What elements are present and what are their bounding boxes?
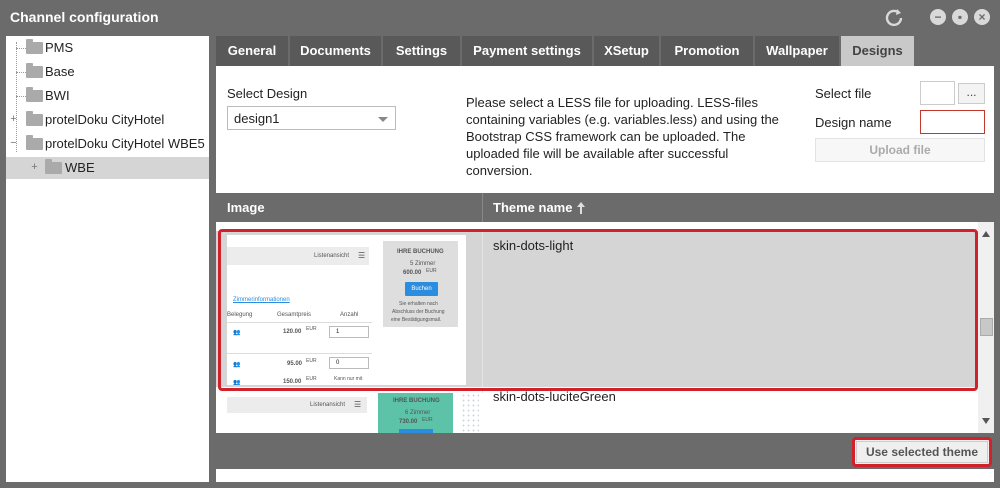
column-theme-name[interactable]: Theme name (493, 193, 572, 222)
preview-booking-title: IHRE BUCHUNG (393, 398, 440, 404)
themes-grid: Image Theme name Listenansicht ☰ IHRE BU… (216, 193, 994, 433)
tree-item-base[interactable]: Base (6, 61, 209, 83)
folder-icon (45, 159, 62, 174)
tree-item-label: PMS (45, 40, 74, 55)
upload-info-text: Please select a LESS file for uploading.… (466, 95, 779, 178)
design-name-input[interactable] (920, 110, 985, 134)
select-design-dropdown[interactable]: design1 (227, 106, 396, 130)
expand-plus-icon[interactable]: + (9, 114, 18, 125)
sort-ascending-icon[interactable] (576, 201, 586, 215)
tree-item-wbe[interactable]: + WBE (6, 157, 209, 179)
theme-preview-image: Listenansicht ☰ IHRE BUCHUNG 6 Zimmer 73… (227, 393, 483, 433)
grid-header: Image Theme name (216, 193, 994, 222)
window-title: Channel configuration (10, 9, 159, 25)
upload-file-button[interactable]: Upload file (815, 138, 985, 162)
grid-scrollbar[interactable] (978, 222, 994, 433)
scroll-up-icon[interactable] (982, 231, 990, 237)
preview-rooms: 6 Zimmer (405, 410, 431, 416)
preview-toolbar (227, 397, 367, 413)
designs-form: Select Design design1 Please select a LE… (216, 66, 994, 214)
tree-item-bwi[interactable]: BWI (6, 85, 209, 107)
tab-documents[interactable]: Documents (290, 36, 382, 66)
preview-list-icon: ☰ (354, 400, 362, 409)
tab-settings[interactable]: Settings (383, 36, 461, 66)
tab-general[interactable]: General (216, 36, 289, 66)
tree-item-label: WBE (65, 160, 95, 175)
tab-xsetup[interactable]: XSetup (594, 36, 660, 66)
main-panel: General Documents Settings Payment setti… (216, 36, 994, 482)
tab-bar: General Documents Settings Payment setti… (216, 36, 994, 66)
select-file-label: Select file (815, 86, 872, 101)
design-name-label: Design name (815, 115, 892, 130)
refresh-icon[interactable] (884, 7, 904, 27)
channel-tree: PMS Base BWI + protelDoku CityHotel − pr… (6, 36, 209, 482)
tab-payment-settings[interactable]: Payment settings (462, 36, 593, 66)
preview-dots-pattern (461, 393, 479, 433)
browse-button[interactable]: ... (958, 83, 985, 104)
chevron-down-icon (378, 117, 388, 122)
column-image[interactable]: Image (227, 193, 265, 222)
folder-icon (26, 135, 43, 150)
maximize-icon[interactable]: ▪ (952, 9, 968, 25)
tree-item-label: BWI (45, 88, 70, 103)
select-design-value: design1 (234, 111, 280, 126)
grid-footer: Use selected theme (216, 433, 994, 469)
select-design-label: Select Design (227, 86, 308, 101)
channel-configuration-window: Channel configuration − ▪ × PMS Base BWI… (0, 0, 1000, 488)
column-separator (482, 193, 483, 222)
expand-plus-icon[interactable]: + (30, 162, 39, 173)
tree-item-proteldoku-cityhotel[interactable]: + protelDoku CityHotel (6, 109, 209, 131)
tab-wallpaper[interactable]: Wallpaper (755, 36, 840, 66)
tree-item-proteldoku-cityhotel-wbe5[interactable]: − protelDoku CityHotel WBE5 (6, 133, 209, 155)
bottom-strip (216, 469, 994, 482)
tree-item-label: Base (45, 64, 75, 79)
folder-icon (26, 87, 43, 102)
tree-item-label: protelDoku CityHotel (45, 112, 165, 127)
folder-icon (26, 63, 43, 78)
folder-icon (26, 39, 43, 54)
minimize-icon[interactable]: − (930, 9, 946, 25)
table-row[interactable]: Listenansicht ☰ IHRE BUCHUNG 6 Zimmer 73… (216, 389, 978, 433)
close-icon[interactable]: × (974, 9, 990, 25)
scroll-down-icon[interactable] (982, 418, 990, 424)
preview-currency: EUR (422, 417, 433, 423)
use-selected-theme-label: Use selected theme (856, 441, 988, 463)
theme-name: skin-dots-luciteGreen (493, 389, 616, 404)
scroll-thumb[interactable] (980, 318, 993, 336)
preview-list-view: Listenansicht (310, 402, 346, 408)
tree-item-pms[interactable]: PMS (6, 37, 209, 59)
use-selected-theme-button[interactable]: Use selected theme (852, 437, 992, 467)
tree-item-label: protelDoku CityHotel WBE5 (45, 136, 205, 151)
selection-highlight (218, 229, 978, 391)
title-bar: Channel configuration − ▪ × (0, 0, 1000, 34)
preview-price: 730.00 (399, 419, 418, 425)
file-input[interactable] (920, 81, 955, 105)
collapse-minus-icon[interactable]: − (9, 138, 18, 149)
tab-promotion[interactable]: Promotion (661, 36, 754, 66)
folder-icon (26, 111, 43, 126)
tab-designs[interactable]: Designs (841, 36, 915, 66)
